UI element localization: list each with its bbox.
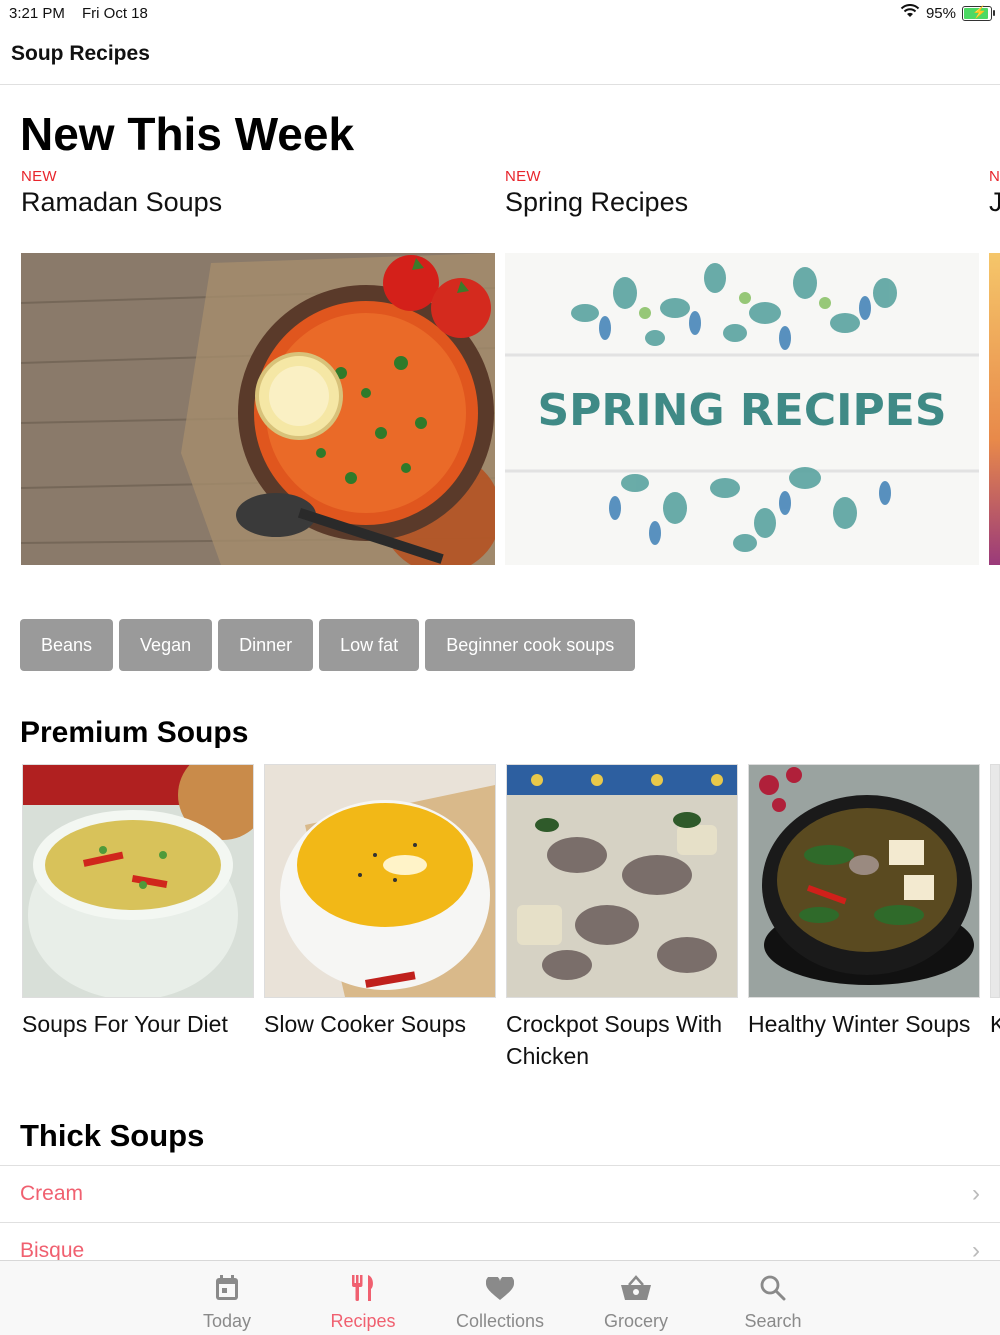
tab-today[interactable]: Today (167, 1261, 287, 1332)
tab-label: Collections (455, 1311, 545, 1331)
search-icon (713, 1261, 833, 1301)
chip-vegan[interactable]: Vegan (119, 619, 213, 671)
premium-soups-heading: Premium Soups (20, 716, 249, 749)
thick-soups-heading: Thick Soups (20, 1118, 205, 1153)
tab-label: Today (202, 1311, 252, 1331)
list-item-label: Cream (20, 1182, 84, 1205)
chip-dinner[interactable]: Dinner (218, 619, 314, 671)
premium-card-crockpot[interactable]: Crockpot Soups With Chicken (506, 764, 738, 1072)
soup-image (506, 764, 738, 998)
premium-caption: Healthy Winter Soups (748, 1011, 971, 1037)
tab-label: Grocery (603, 1311, 668, 1331)
spring-recipes-image[interactable]: SPRING RECIPES (505, 253, 979, 565)
wifi-icon (900, 4, 920, 22)
feature-title: Ramadan Soups (21, 187, 223, 217)
basket-icon (576, 1261, 696, 1301)
tab-collections[interactable]: Collections (440, 1261, 560, 1332)
tab-bar: Today Recipes Collections Grocery Search (0, 1260, 1000, 1335)
feature-partial-image[interactable] (989, 253, 1000, 565)
nav-title: Soup Recipes (11, 42, 150, 65)
chip-low-fat[interactable]: Low fat (319, 619, 420, 671)
tab-grocery[interactable]: Grocery (576, 1261, 696, 1332)
navigation-bar: Soup Recipes (0, 26, 1000, 85)
status-time: 3:21 PM (9, 5, 65, 22)
premium-card-slow-cooker[interactable]: Slow Cooker Soups (264, 764, 496, 1040)
soup-image (264, 764, 496, 998)
tab-recipes[interactable]: Recipes (303, 1261, 423, 1332)
new-tag: N (989, 168, 1000, 185)
tag-chips: Beans Vegan Dinner Low fat Beginner cook… (20, 619, 636, 671)
fork-knife-icon (303, 1261, 423, 1301)
status-date: Fri Oct 18 (82, 5, 148, 22)
feature-spring[interactable]: NEW Spring Recipes (505, 168, 688, 218)
premium-card-partial[interactable]: K (990, 764, 1000, 1040)
tab-search[interactable]: Search (713, 1261, 833, 1332)
soup-image (22, 764, 254, 998)
new-this-week-heading: New This Week (20, 108, 355, 160)
soup-image (748, 764, 980, 998)
premium-caption: Crockpot Soups With Chicken (506, 1011, 723, 1069)
tab-label: Search (744, 1311, 802, 1331)
feature-title: J (989, 187, 1000, 217)
premium-caption: K (990, 1011, 1000, 1037)
feature-ramadan[interactable]: NEW Ramadan Soups (21, 168, 222, 218)
calendar-icon (167, 1261, 287, 1301)
ramadan-soup-image[interactable] (21, 253, 495, 565)
premium-card-diet[interactable]: Soups For Your Diet (22, 764, 254, 1040)
premium-caption: Slow Cooker Soups (264, 1011, 466, 1037)
chip-beans[interactable]: Beans (20, 619, 114, 671)
chevron-right-icon: › (972, 1180, 980, 1207)
premium-caption: Soups For Your Diet (22, 1011, 228, 1037)
status-right: 95% ⚡ (900, 4, 995, 22)
new-tag: NEW (21, 168, 57, 185)
status-bar: 3:21 PM Fri Oct 18 95% ⚡ (0, 0, 1000, 26)
chip-beginner-cook-soups[interactable]: Beginner cook soups (425, 619, 636, 671)
spring-banner-text: SPRING RECIPES (537, 385, 946, 436)
tab-label: Recipes (330, 1311, 396, 1331)
feature-title: Spring Recipes (505, 187, 689, 217)
battery-icon: ⚡ (962, 5, 995, 21)
list-item-cream[interactable]: Cream › (0, 1165, 1000, 1222)
feature-partial[interactable]: N J (989, 168, 1000, 218)
soup-image (990, 764, 1000, 998)
battery-percent: 95% (925, 4, 956, 22)
new-tag: NEW (505, 168, 541, 185)
heart-icon (440, 1261, 560, 1301)
premium-card-winter[interactable]: Healthy Winter Soups (748, 764, 980, 1040)
